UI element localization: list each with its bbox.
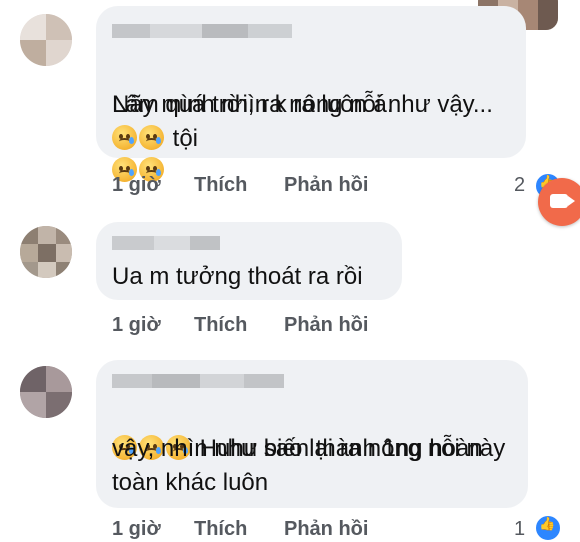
video-camera-icon[interactable] [538, 178, 580, 226]
author-name[interactable] [112, 374, 284, 388]
timestamp[interactable]: 1 giờ [112, 518, 161, 541]
like-button[interactable]: Thích [194, 174, 247, 197]
comment-text: Ua m tưởng thoát ra rồi [112, 263, 363, 290]
avatar[interactable] [20, 226, 72, 278]
comment-text-line2: Lâm quá trời, ra nông nỗi như vậy... [112, 91, 493, 118]
author-name[interactable] [112, 236, 220, 250]
comment-text-line1-after: tội [166, 125, 199, 152]
avatar[interactable] [20, 14, 72, 66]
timestamp[interactable]: 1 giờ [112, 314, 161, 337]
reaction-count[interactable]: 2 [514, 174, 525, 197]
author-name[interactable] [112, 24, 292, 38]
like-button[interactable]: Thích [194, 314, 247, 337]
reaction-count[interactable]: 1 [514, 518, 525, 541]
like-thumb-icon[interactable] [534, 514, 562, 542]
reply-button[interactable]: Phản hồi [284, 518, 368, 541]
reply-button[interactable]: Phản hồi [284, 174, 368, 197]
comment-text-line2: vậy, nhìn như biến thành 1ng hoàn [112, 435, 483, 462]
comment-text-line3: toàn khác luôn [112, 469, 269, 496]
like-button[interactable]: Thích [194, 518, 247, 541]
timestamp[interactable]: 1 giờ [112, 174, 161, 197]
reply-button[interactable]: Phản hồi [284, 314, 368, 337]
avatar[interactable] [20, 366, 72, 418]
